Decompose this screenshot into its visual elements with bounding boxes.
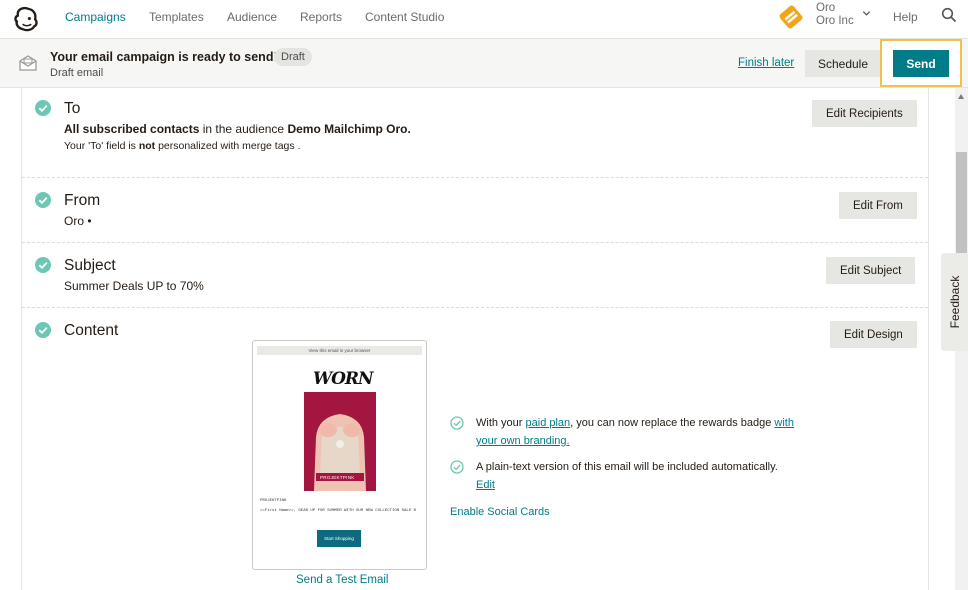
edit-from-button[interactable]: Edit From [839,192,917,219]
preview-logo: WORN [313,369,374,389]
check-circle-icon [35,100,51,116]
edit-subject-button[interactable]: Edit Subject [826,257,916,284]
email-preview[interactable]: View this email in your browser WORN PRO… [252,340,427,570]
status-subtitle: Draft email [50,67,104,79]
nav-campaigns[interactable]: Campaigns [65,10,126,24]
section-subject: Subject Summer Deals UP to 70% Edit Subj… [22,243,928,308]
status-badge: Draft [274,48,312,66]
preview-browser-link: View this email in your browser [257,346,422,355]
preview-body-text: <<First Name>>, GEAR UP FOR SUMMER WITH … [260,509,417,513]
nav-templates[interactable]: Templates [149,10,204,24]
check-circle-icon [35,257,51,273]
preview-body: PROJEKTPINK <<First Name>>, GEAR UP FOR … [260,498,422,514]
subject-value: Summer Deals UP to 70% [64,279,204,293]
check-outline-icon [450,460,464,474]
mailchimp-logo-icon[interactable] [11,4,40,33]
plain-text-info-text: A plain-text version of this email will … [476,461,778,491]
recipients-summary: All subscribed contacts in the audience … [64,122,411,136]
from-value: Oro • [64,214,92,228]
own-branding-link[interactable]: your own branding. [476,435,570,447]
section-title: Content [64,322,119,339]
section-title: Subject [64,257,116,274]
nav-audience[interactable]: Audience [227,10,277,24]
preview-body-label: PROJEKTPINK [260,499,287,503]
branding-info-text: With your paid plan, you can now replace… [476,417,794,447]
scroll-up-arrow-icon[interactable] [958,94,964,99]
preview-hero-image: PROJEKTPINK [304,392,376,491]
campaign-status-bar: Your email campaign is ready to send! Dr… [0,38,968,88]
schedule-button[interactable]: Schedule [805,50,881,77]
nav-reports[interactable]: Reports [300,10,342,24]
edit-plain-text-link[interactable]: Edit [476,479,495,491]
branding-info: With your paid plan, you can now replace… [450,414,810,454]
send-button[interactable]: Send [893,50,949,77]
status-title: Your email campaign is ready to send! [50,50,278,64]
campaign-checklist: To All subscribed contacts in the audien… [0,88,955,590]
chevron-down-icon[interactable] [862,9,871,18]
own-branding-link[interactable]: with [774,417,794,429]
nav-content-studio[interactable]: Content Studio [365,10,444,24]
section-to: To All subscribed contacts in the audien… [22,88,928,178]
feedback-label: Feedback [948,275,962,329]
envelope-icon [19,55,37,71]
search-icon[interactable] [941,7,957,23]
plain-text-info: A plain-text version of this email will … [450,458,810,498]
preview-cta-button: Start Shopping [317,530,361,547]
merge-tags-note: Your 'To' field is not personalized with… [64,140,301,152]
paid-plan-link[interactable]: paid plan [526,417,571,429]
check-circle-icon [35,192,51,208]
send-test-email-link[interactable]: Send a Test Email [296,574,388,586]
section-title: From [64,192,101,209]
checklist-card: To All subscribed contacts in the audien… [21,88,929,590]
check-outline-icon [450,416,464,430]
enable-social-cards-link[interactable]: Enable Social Cards [450,506,550,518]
account-org[interactable]: Oro Inc [816,15,854,27]
feedback-tab[interactable]: Feedback [941,253,968,351]
check-circle-icon [35,322,51,338]
help-link[interactable]: Help [893,10,918,24]
edit-design-button[interactable]: Edit Design [830,321,917,348]
account-badge-icon[interactable] [776,2,806,32]
finish-later-link[interactable]: Finish later [738,57,794,69]
preview-brand-caption: PROJEKTPINK [320,475,355,480]
account-name[interactable]: Oro [816,2,835,14]
top-navigation: Campaigns Templates Audience Reports Con… [0,0,968,38]
edit-recipients-button[interactable]: Edit Recipients [812,100,917,127]
section-from: From Oro • Edit From [22,178,928,243]
section-title: To [64,100,81,117]
